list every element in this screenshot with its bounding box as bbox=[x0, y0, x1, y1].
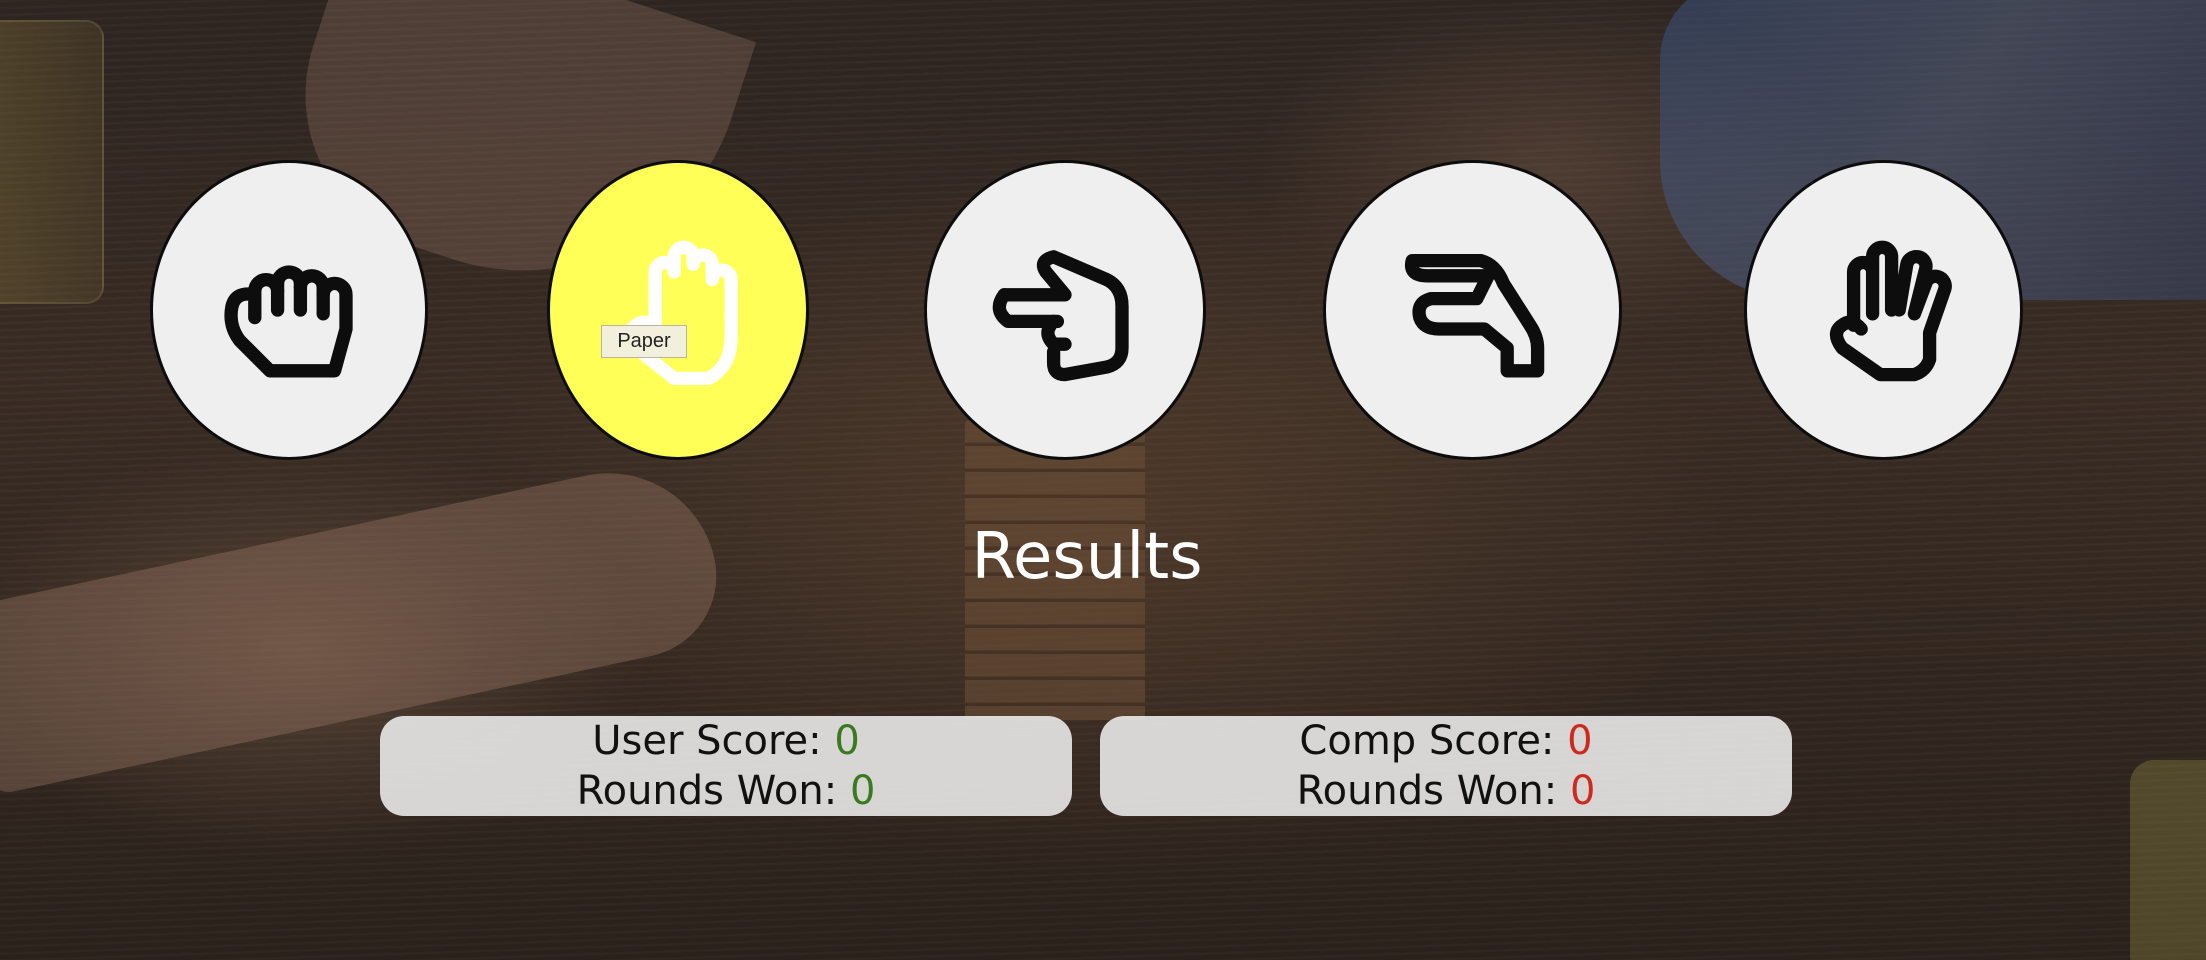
user-score-value: 0 bbox=[834, 718, 860, 764]
comp-score-value: 0 bbox=[1567, 718, 1593, 764]
paper-choice-button[interactable] bbox=[547, 160, 809, 460]
lizard-choice-button[interactable] bbox=[1323, 160, 1622, 460]
paper-hand-icon bbox=[623, 240, 738, 386]
rock-choice-button[interactable] bbox=[150, 160, 428, 460]
background-glass-right bbox=[2130, 760, 2206, 960]
user-rounds-value: 0 bbox=[849, 768, 876, 814]
comp-rounds-value: 0 bbox=[1569, 768, 1596, 814]
comp-rounds-label: Rounds Won: bbox=[1296, 768, 1570, 814]
background-glass-left bbox=[0, 20, 104, 304]
scissors-hand-icon bbox=[992, 250, 1129, 382]
user-rounds-label: Rounds Won: bbox=[576, 768, 850, 814]
rock-hand-icon bbox=[224, 265, 353, 378]
user-score-card: User Score: 0 Rounds Won: 0 bbox=[380, 716, 1072, 816]
user-rounds-line: Rounds Won: 0 bbox=[577, 766, 876, 816]
spock-choice-button[interactable] bbox=[1744, 160, 2023, 460]
paper-tooltip: Paper bbox=[601, 325, 687, 358]
comp-rounds-line: Rounds Won: 0 bbox=[1297, 766, 1596, 816]
user-score-line: User Score: 0 bbox=[592, 716, 860, 766]
user-score-label: User Score: bbox=[592, 718, 835, 764]
comp-score-line: Comp Score: 0 bbox=[1299, 716, 1592, 766]
comp-score-label: Comp Score: bbox=[1299, 718, 1568, 764]
background-scene bbox=[0, 0, 2206, 960]
results-title: Results bbox=[971, 520, 1203, 594]
spock-hand-icon bbox=[1829, 240, 1952, 382]
comp-score-card: Comp Score: 0 Rounds Won: 0 bbox=[1100, 716, 1792, 816]
scissors-choice-button[interactable] bbox=[924, 160, 1206, 460]
lizard-hand-icon bbox=[1404, 253, 1544, 378]
